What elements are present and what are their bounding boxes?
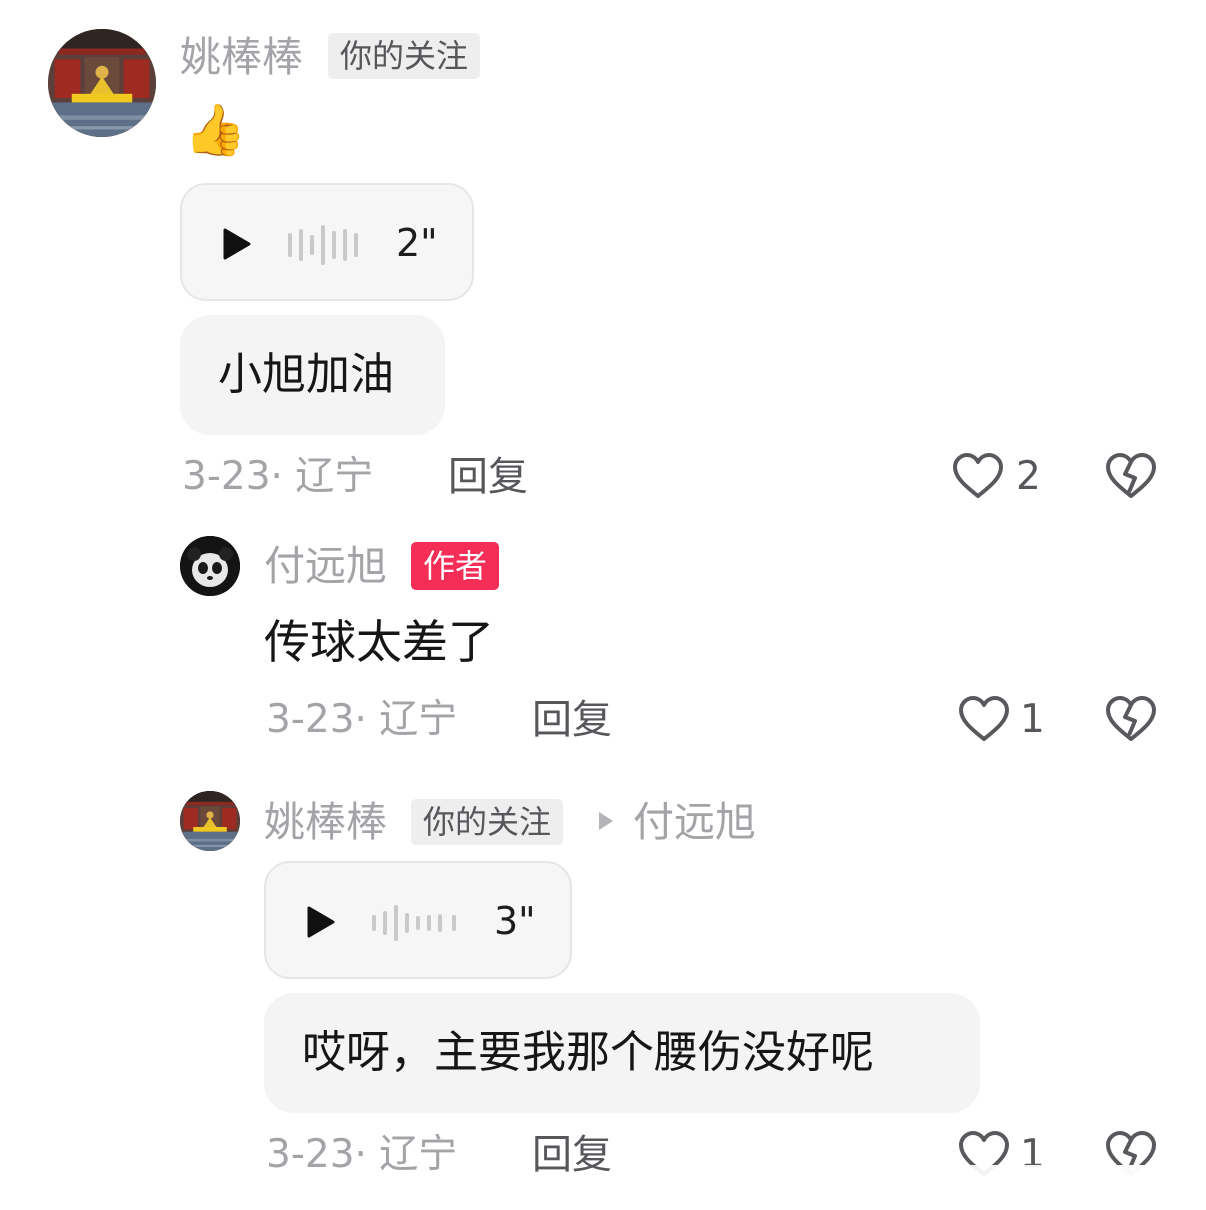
- heart-icon[interactable]: [958, 695, 1010, 743]
- voice-message[interactable]: 2": [180, 183, 474, 301]
- following-badge: 你的关注: [411, 799, 564, 845]
- waveform-icon: [288, 225, 358, 265]
- comment-text-bubble: 哎呀，主要我那个腰伤没好呢: [264, 993, 980, 1113]
- avatar[interactable]: [180, 536, 240, 596]
- reply-arrow-icon: [599, 812, 613, 830]
- play-icon[interactable]: [306, 906, 336, 938]
- reply-to-username[interactable]: 付远旭: [633, 797, 756, 847]
- comment-text: 传球太差了: [264, 615, 494, 669]
- waveform-icon: [372, 905, 456, 941]
- comment-username[interactable]: 姚棒棒: [180, 32, 303, 82]
- avatar[interactable]: [48, 29, 156, 137]
- voice-message[interactable]: 3": [264, 861, 572, 979]
- voice-duration: 3": [494, 899, 536, 943]
- like-count: 1: [1020, 697, 1045, 742]
- comment-username[interactable]: 姚棒棒: [264, 797, 387, 847]
- comment-text-bubble: 小旭加油: [180, 315, 445, 435]
- like-count: 2: [1016, 454, 1041, 499]
- comment-date-location: 3-23· 辽宁: [182, 454, 374, 499]
- heart-icon[interactable]: [952, 452, 1004, 500]
- voice-duration: 2": [396, 221, 438, 265]
- reply-button[interactable]: 回复: [532, 695, 612, 745]
- dislike-icon[interactable]: [1105, 452, 1157, 500]
- dislike-icon[interactable]: [1105, 695, 1157, 743]
- reply-button[interactable]: 回复: [532, 1130, 612, 1180]
- reply-button[interactable]: 回复: [448, 452, 528, 502]
- play-icon[interactable]: [222, 228, 252, 260]
- bottom-fade-overlay: [880, 1165, 1206, 1210]
- comment-date-location: 3-23· 辽宁: [266, 697, 458, 742]
- thumbs-up-emoji: 👍: [184, 101, 247, 159]
- comment-date-location: 3-23· 辽宁: [266, 1132, 458, 1177]
- comment-username[interactable]: 付远旭: [264, 541, 387, 591]
- avatar[interactable]: [180, 791, 240, 851]
- following-badge: 你的关注: [328, 33, 481, 79]
- author-badge: 作者: [411, 542, 500, 590]
